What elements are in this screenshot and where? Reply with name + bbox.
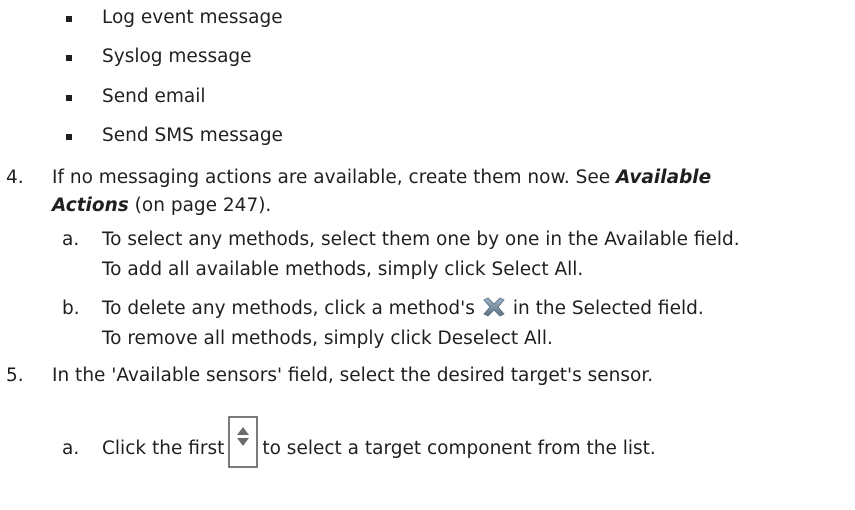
- substep-text-before-icon: To delete any methods, click a method's: [102, 298, 475, 319]
- substep-text: To remove all methods, simply click Dese…: [102, 328, 553, 349]
- bullet-marker: [66, 55, 72, 61]
- page-reference: (on page 247).: [128, 195, 272, 216]
- delete-x-icon: [481, 297, 507, 324]
- step-4-text: If no messaging actions are available, c…: [52, 166, 711, 190]
- bullet-marker: [66, 134, 72, 140]
- substep-letter: a.: [62, 229, 80, 250]
- spinner-updown-icon: [228, 416, 259, 469]
- list-item: Send email: [102, 86, 206, 107]
- list-item: Log event message: [102, 7, 283, 28]
- substep-text-before-icon: Click the first: [102, 438, 225, 459]
- step-number: 5.: [6, 365, 24, 386]
- bullet-marker: [66, 95, 72, 101]
- substep-text-after-icon: in the Selected field.: [512, 298, 704, 319]
- substep-text-after-icon: to select a target component from the li…: [262, 438, 656, 459]
- available-actions-link[interactable]: Actions: [52, 195, 129, 216]
- substep-text: Click the first to select a target compo…: [102, 416, 656, 469]
- step-4-text-a: If no messaging actions are available, c…: [52, 167, 617, 188]
- list-item: Syslog message: [102, 46, 252, 67]
- bullet-marker: [66, 16, 72, 22]
- list-item: Send SMS message: [102, 125, 283, 146]
- substep-text: To delete any methods, click a method's …: [102, 297, 704, 324]
- substep-letter: a.: [62, 438, 80, 459]
- substep-text: To select any methods, select them one b…: [102, 229, 740, 250]
- step-4-text-cont: Actions (on page 247).: [52, 194, 271, 218]
- substep-text: To add all available methods, simply cli…: [102, 259, 584, 280]
- step-5-text: In the 'Available sensors' field, select…: [52, 365, 654, 386]
- available-actions-link[interactable]: Available: [616, 167, 711, 188]
- substep-letter: b.: [62, 298, 80, 319]
- step-number: 4.: [6, 167, 24, 188]
